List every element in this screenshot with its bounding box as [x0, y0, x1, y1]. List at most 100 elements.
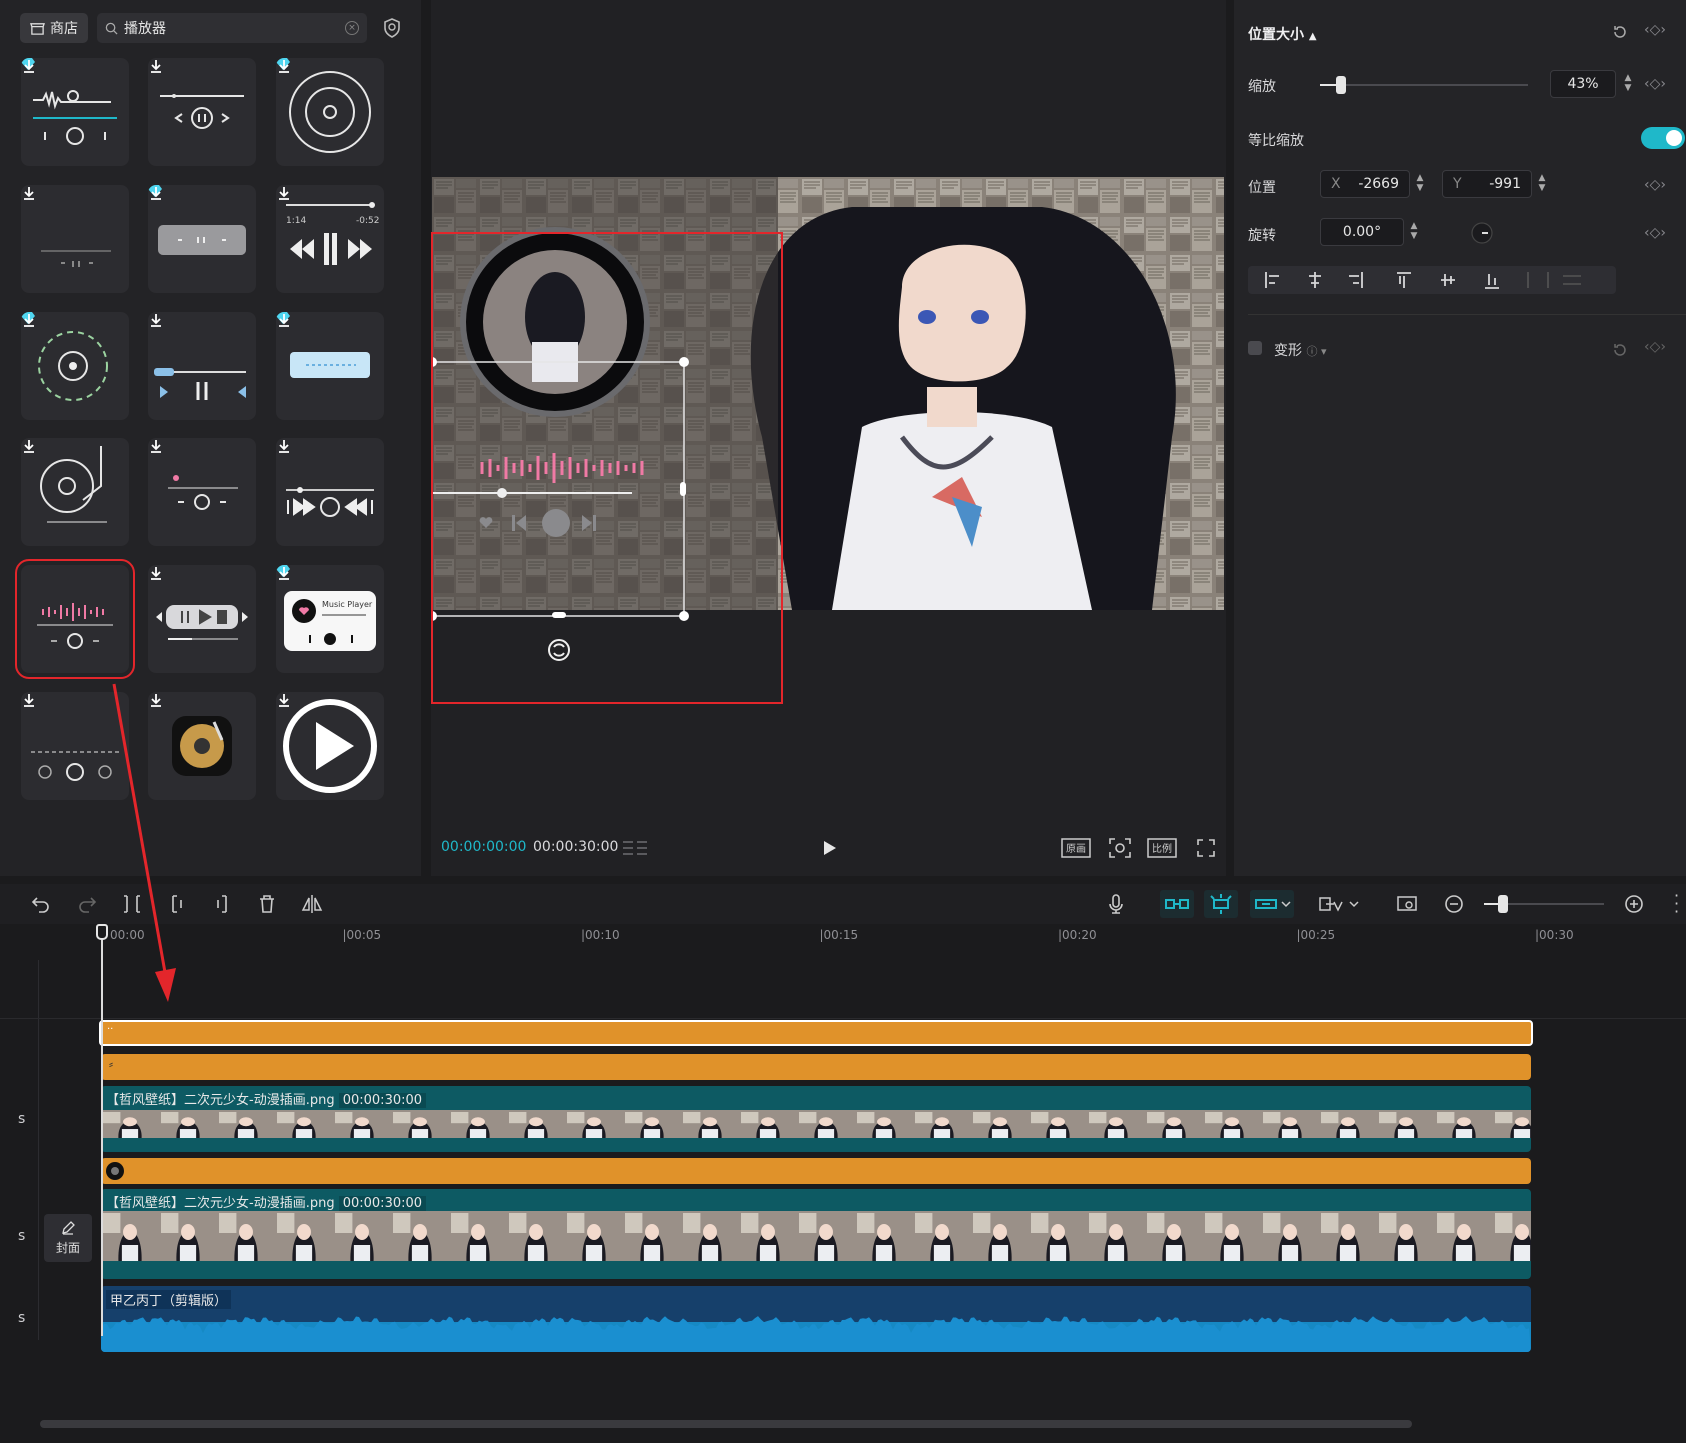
store-icon [30, 22, 45, 35]
copyright-filter-icon[interactable] [380, 16, 404, 40]
download-icon[interactable] [21, 58, 37, 74]
video-clip-1[interactable]: 【哲风壁纸】二次元少女-动漫插画.png 00:00:30:00 [101, 1086, 1531, 1152]
clip-1-duration: 00:00:30:00 [338, 1093, 427, 1108]
download-icon[interactable] [276, 692, 292, 708]
deform-keyframe-icon[interactable]: ‹◇› [1644, 339, 1666, 355]
position-y-stepper[interactable]: ▲ ▼ [1534, 170, 1550, 198]
mirror-icon[interactable] [300, 892, 324, 916]
tile-player-6[interactable]: 1:14 -0:52 [276, 185, 384, 293]
more-icon[interactable]: · · · [1674, 888, 1679, 920]
deform-reset-icon[interactable] [1611, 341, 1629, 359]
clear-search-icon[interactable]: × [345, 21, 359, 35]
tile-player-1[interactable] [21, 58, 129, 166]
play-icon[interactable] [820, 839, 838, 857]
tile-player-9[interactable] [276, 312, 384, 420]
time-ruler[interactable]: 00:00 |00:05 |00:10 |00:15 |00:20 |00:25 |00:3… [0, 924, 1686, 948]
download-icon[interactable] [148, 312, 164, 328]
effect-track[interactable]: ⸗ [101, 1054, 1531, 1080]
download-icon[interactable] [276, 565, 292, 581]
scale-slider[interactable] [1320, 84, 1528, 86]
deform-label[interactable]: 变形 ⓘ ▾ [1274, 340, 1326, 360]
tile-player-3[interactable] [276, 58, 384, 166]
download-icon[interactable] [21, 438, 37, 454]
download-icon[interactable] [148, 438, 164, 454]
tile-player-7[interactable] [21, 312, 129, 420]
position-x-stepper[interactable]: ▲ ▼ [1412, 170, 1428, 198]
timeline-panel: 00:00 |00:05 |00:10 |00:15 |00:20 |00:25 |00:3… [0, 924, 1686, 1443]
main-track-magnet-button[interactable] [1160, 890, 1194, 918]
player-sticker-track[interactable] [101, 1158, 1531, 1184]
download-icon[interactable] [148, 565, 164, 581]
zoom-slider-handle[interactable] [1498, 895, 1508, 913]
snap-icon [1210, 894, 1232, 914]
tile-player-13-preview-icon [37, 603, 113, 649]
linkage-button[interactable] [1250, 890, 1294, 918]
delete-icon[interactable] [255, 892, 279, 916]
deform-checkbox[interactable] [1248, 341, 1262, 355]
tile-player-2[interactable] [148, 58, 256, 166]
rotation-field[interactable]: 0.00° [1320, 218, 1404, 246]
zoom-out-icon[interactable] [1442, 892, 1466, 916]
scale-field[interactable]: 43% [1550, 70, 1616, 98]
search-icon [105, 22, 118, 35]
tile-player-5[interactable] [148, 185, 256, 293]
video-clip-2[interactable]: 【哲风壁纸】二次元少女-动漫插画.png 00:00:30:00 [101, 1189, 1531, 1279]
tile-player-18[interactable] [276, 692, 384, 800]
preview-axis-icon[interactable] [1316, 892, 1364, 916]
download-icon[interactable] [276, 58, 292, 74]
download-icon[interactable] [21, 185, 37, 201]
scale-keyframe-icon[interactable]: ‹◇› [1644, 76, 1666, 92]
svg-text:原画: 原画 [1066, 843, 1086, 855]
fit-screen-icon[interactable] [1108, 837, 1132, 859]
reset-icon[interactable] [1611, 23, 1629, 41]
cover-button[interactable]: 封面 [44, 1214, 92, 1262]
scale-stepper[interactable]: ▲ ▼ [1620, 70, 1636, 98]
original-ratio-icon[interactable]: 原画 [1061, 837, 1091, 859]
undo-icon[interactable] [29, 892, 53, 916]
tile-player-10[interactable] [21, 438, 129, 546]
scale-slider-handle[interactable] [1335, 76, 1346, 94]
tile-player-13[interactable] [15, 559, 135, 679]
rotation-stepper[interactable]: ▲ ▼ [1406, 218, 1422, 246]
zoom-in-icon[interactable] [1622, 892, 1646, 916]
tile-player-12[interactable] [276, 438, 384, 546]
snap-button[interactable] [1204, 890, 1238, 918]
keyframe-icon[interactable]: ‹◇› [1644, 22, 1666, 38]
tile-player-18-preview-icon [283, 699, 377, 793]
horizontal-scrollbar[interactable] [40, 1420, 1412, 1428]
uniform-scale-toggle[interactable] [1641, 127, 1685, 149]
download-icon[interactable] [21, 692, 37, 708]
rotation-keyframe-icon[interactable]: ‹◇› [1644, 225, 1666, 241]
tile-player-4[interactable] [21, 185, 129, 293]
ruler-tick-label: |00:20 [1058, 928, 1097, 942]
search-input[interactable]: 播放器 × [97, 13, 367, 43]
trim-right-icon[interactable] [210, 892, 234, 916]
store-button[interactable]: 商店 [20, 13, 88, 43]
position-x-field[interactable]: X -2669 [1320, 170, 1410, 198]
tile-player-8[interactable] [148, 312, 256, 420]
position-keyframe-icon[interactable]: ‹◇› [1644, 177, 1666, 193]
tile-player-15[interactable]: Music Player [276, 565, 384, 673]
grid-lines-icon[interactable] [621, 838, 649, 858]
download-icon[interactable] [276, 438, 292, 454]
tile-player-11[interactable] [148, 438, 256, 546]
download-icon[interactable] [276, 312, 292, 328]
aspect-ratio-icon[interactable]: 比例 [1147, 837, 1177, 859]
redo-icon[interactable] [75, 892, 99, 916]
position-y-field[interactable]: Y -991 [1442, 170, 1532, 198]
audio-clip[interactable]: 甲乙丙丁（剪辑版） [101, 1286, 1531, 1352]
sticker-track-selected[interactable]: ·· [99, 1020, 1533, 1046]
microphone-icon[interactable] [1104, 892, 1128, 916]
download-icon[interactable] [21, 312, 37, 328]
download-icon[interactable] [148, 185, 164, 201]
download-icon[interactable] [148, 58, 164, 74]
tile-player-14[interactable] [148, 565, 256, 673]
edit-icon [62, 1221, 75, 1235]
preview-window-icon[interactable] [1395, 892, 1419, 916]
track-label-1: s [18, 1111, 26, 1127]
tile-player-12-preview-icon [286, 487, 374, 517]
rotation-dial-icon[interactable] [1470, 221, 1494, 245]
section-title[interactable]: 位置大小 ▲ [1248, 24, 1317, 44]
fullscreen-icon[interactable] [1196, 838, 1216, 858]
download-icon[interactable] [276, 185, 292, 201]
